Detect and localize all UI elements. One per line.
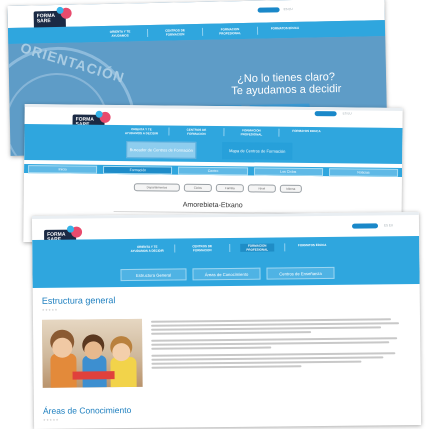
chip-label: Ciclos (193, 185, 202, 190)
nav-divider (256, 26, 259, 35)
filter-chip[interactable]: Departamentos (133, 183, 180, 192)
nav-item[interactable]: CENTROS DE FORMACION (179, 128, 213, 136)
chip-label: Idioma (286, 186, 296, 191)
login-button[interactable] (257, 7, 280, 13)
nav-item[interactable]: CENTROS DE FORMACION (158, 28, 192, 37)
tab-formacion[interactable]: Formación (103, 165, 173, 175)
nav-item[interactable]: CENTROS DE FORMACION (185, 244, 219, 252)
place-title: Amorebieta-Etxano (182, 201, 243, 210)
photo-figure (52, 337, 73, 358)
rating-stars: ★★★★★ (41, 307, 58, 312)
photo-figure (84, 341, 103, 360)
logo-bubble-icon (95, 110, 103, 118)
finder-button[interactable]: Buscador de Centros de Formación (126, 141, 197, 159)
window-estructura: FORMA SARE ES EU ORIENTA Y TE AYUDAMOS A… (31, 211, 422, 429)
nav-item[interactable]: FORMACION PROFESIONAL (213, 27, 247, 36)
tab-label: Los Ciclos (280, 169, 297, 174)
chip-label: Departamentos (146, 185, 168, 190)
hero-subtitle: Te ayudamos a decidir (231, 82, 342, 98)
subnav-estructura[interactable]: Estructura General (120, 268, 187, 282)
filter-chip[interactable]: Ciclos (183, 183, 212, 192)
filter-chip[interactable]: Familia (215, 184, 244, 193)
nav-divider (223, 128, 225, 137)
nav-divider (146, 29, 149, 38)
nav-divider (278, 128, 280, 137)
finder-button-label: Buscador de Centros de Formación (129, 147, 193, 153)
text-line (151, 360, 362, 365)
logo-bubble-icon (66, 225, 75, 233)
nav-item[interactable]: ORIENTA Y TE AYUDAMOS (103, 29, 137, 38)
login-button[interactable] (351, 223, 379, 229)
map-button-label: Mapa de Centros de Formación (229, 148, 286, 154)
tab-label: Formación (129, 167, 147, 172)
chip-label: Nivel (258, 186, 266, 191)
language-switch[interactable]: ES EU (284, 7, 293, 11)
main-nav: ORIENTA Y TE AYUDAMOS A DECIDIR CENTROS … (24, 124, 403, 164)
main-nav: ORIENTA Y TE AYUDAMOS A DECIDIR CENTROS … (32, 235, 420, 289)
text-line (151, 341, 390, 346)
nav-item[interactable]: FORMATOS EDUCA (289, 129, 323, 137)
tab-bar: Inicio Formación Centro Los Ciclos Notic… (24, 164, 403, 177)
subnav-label: Estructura General (135, 272, 172, 278)
nav-divider (229, 243, 231, 252)
section2-title: Áreas de Conocimiento (42, 405, 132, 416)
chip-label: Familia (224, 186, 235, 191)
filter-chip[interactable]: Idioma (279, 184, 302, 193)
text-line (151, 365, 302, 369)
hero-title: ¿No lo tienes claro? Te ayudamos a decid… (206, 70, 366, 97)
filter-chips: Departamentos Ciclos Familia Nivel Idiom… (133, 183, 302, 193)
nav-item[interactable]: FORMACION PROFESIONAL (234, 128, 268, 136)
nav-item[interactable]: ORIENTA Y TE AYUDAMOS A DECIDIR (124, 127, 158, 135)
book-shape (72, 371, 115, 380)
text-line (151, 326, 382, 331)
nav-item[interactable]: FORMATOS EDUCA (295, 243, 329, 251)
nav-divider (174, 244, 176, 253)
tab-label: Centro (207, 168, 219, 173)
subnav-centros[interactable]: Centros de Enseñanza (266, 266, 335, 280)
section-title: Estructura general (41, 295, 116, 306)
filter-chip[interactable]: Nivel (247, 184, 276, 193)
sub-nav: Estructura General Áreas de Conocimiento… (120, 266, 335, 282)
language-switch[interactable]: ES EU (343, 111, 352, 115)
language-switch[interactable]: ES EU (384, 223, 393, 227)
login-button[interactable] (314, 111, 337, 117)
photo-figure (112, 343, 131, 362)
nav-item[interactable]: FORMATOS EDUCA (268, 26, 302, 35)
tab-label: Inicio (58, 166, 67, 171)
rating-stars: ★★★★★ (43, 417, 60, 422)
subnav-label: Centros de Enseñanza (279, 270, 322, 276)
tab-noticias[interactable]: Noticias (328, 167, 399, 177)
subnav-label: Áreas de Conocimiento (204, 271, 249, 277)
tab-centro[interactable]: Centro (178, 166, 248, 175)
nav-divider (201, 27, 204, 36)
nav-item[interactable]: FORMACION PROFESIONAL (240, 243, 275, 252)
text-line (151, 331, 312, 335)
subnav-areas[interactable]: Áreas de Conocimiento (192, 267, 261, 281)
tab-inicio[interactable]: Inicio (28, 164, 98, 174)
tab-label: Noticias (357, 170, 370, 175)
nav-divider (168, 127, 170, 136)
logo-text: FORMA SARE (36, 12, 56, 25)
text-block (150, 318, 402, 371)
nav-item[interactable]: ORIENTA Y TE AYUDAMOS A DECIDIR (130, 245, 164, 253)
map-button[interactable]: Mapa de Centros de Formación (222, 142, 293, 160)
tab-ciclos[interactable]: Los Ciclos (253, 166, 323, 176)
text-line (151, 346, 272, 350)
nav-divider (284, 243, 286, 252)
children-reading-photo (41, 318, 143, 388)
